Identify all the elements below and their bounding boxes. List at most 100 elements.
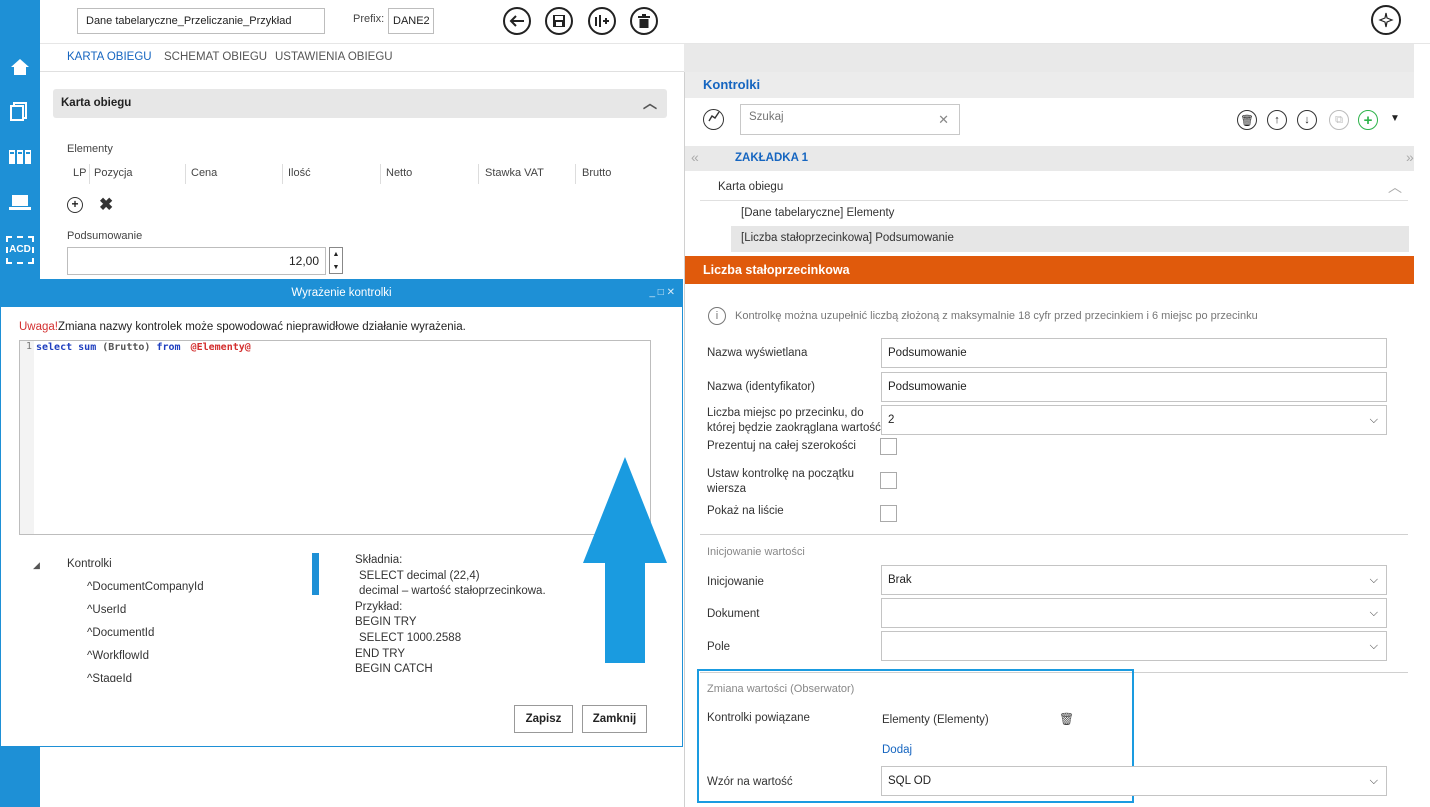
home-icon[interactable] xyxy=(6,56,34,84)
column-divider xyxy=(282,164,283,184)
tab-karta-obiegu[interactable]: KARTA OBIEGU xyxy=(67,51,152,63)
show-on-list-checkbox[interactable] xyxy=(880,505,897,522)
dropdown-caret-icon[interactable]: ▼ xyxy=(1390,113,1400,124)
elements-label: Elementy xyxy=(67,143,113,155)
display-name-label: Nazwa wyświetlana xyxy=(707,347,808,359)
controls-tree-item-selected[interactable]: [Liczba stałoprzecinkowa] Podsumowanie xyxy=(741,232,954,244)
linked-control-item: Elementy (Elementy) xyxy=(882,714,989,726)
full-width-checkbox[interactable] xyxy=(880,438,897,455)
field-label: Pole xyxy=(707,641,731,653)
tab-zakladka-1[interactable]: ZAKŁADKA 1 xyxy=(735,152,808,164)
acd-icon[interactable]: ACD xyxy=(6,236,34,264)
add-control-icon[interactable]: + xyxy=(1358,110,1378,130)
delete-icon[interactable] xyxy=(630,7,658,35)
formula-select[interactable]: SQL OD ⌵ xyxy=(881,766,1387,796)
column-header: Cena xyxy=(191,167,218,179)
close-button[interactable]: Zamknij xyxy=(582,705,647,733)
properties-header: Liczba stałoprzecinkowa xyxy=(685,256,1414,284)
scroll-right-icon[interactable]: » xyxy=(1406,149,1414,165)
column-header: Brutto xyxy=(582,167,612,179)
add-link[interactable]: Dodaj xyxy=(882,744,912,756)
row-start-checkbox[interactable] xyxy=(880,472,897,489)
observer-section-title: Zmiana wartości (Obserwator) xyxy=(707,683,855,695)
summary-stepper[interactable]: ▲ ▼ xyxy=(329,247,343,274)
linked-controls-label: Kontrolki powiązane xyxy=(707,712,810,724)
display-name-input[interactable]: Podsumowanie xyxy=(881,338,1387,368)
add-row-icon[interactable]: + xyxy=(67,197,83,213)
right-top-strip xyxy=(684,44,1414,72)
excel-import-icon[interactable]: ✖ xyxy=(99,195,113,215)
column-header: Pozycja xyxy=(94,167,133,179)
summary-input[interactable]: 12,00 xyxy=(67,247,326,275)
init-section-title: Inicjowanie wartości xyxy=(707,546,805,558)
line-numbers: 1 xyxy=(20,341,34,534)
controls-tree-item[interactable]: [Dane tabelaryczne] Elementy xyxy=(741,207,894,219)
column-divider xyxy=(575,164,576,184)
column-header: Ilość xyxy=(288,167,311,179)
collapse-icon[interactable]: ︿ xyxy=(1388,177,1402,197)
clear-search-icon[interactable]: ✕ xyxy=(938,112,949,128)
info-text: Kontrolkę można uzupełnić liczbą złożoną… xyxy=(735,310,1258,322)
save-icon[interactable] xyxy=(545,7,573,35)
divider xyxy=(700,200,1408,201)
tree-item[interactable]: ^UserId xyxy=(87,604,126,616)
column-divider xyxy=(380,164,381,184)
window-controls-icon[interactable]: _ □ ✕ xyxy=(649,279,675,307)
decimals-label: Liczba miejsc po przecinku, do xyxy=(707,407,864,419)
tree-item[interactable]: ^DocumentId xyxy=(87,627,154,639)
splitter-handle[interactable] xyxy=(312,553,319,595)
full-width-label: Prezentuj na całej szerokości xyxy=(707,440,856,452)
versions-icon[interactable] xyxy=(588,7,616,35)
magic-icon[interactable] xyxy=(1371,5,1401,35)
back-icon[interactable] xyxy=(503,7,531,35)
laptop-icon[interactable] xyxy=(6,192,34,220)
identifier-input[interactable]: Podsumowanie xyxy=(881,372,1387,402)
card-header[interactable]: Karta obiegu ︿ xyxy=(53,89,667,118)
search-box[interactable]: ✕ xyxy=(740,104,960,135)
column-header: Stawka VAT xyxy=(485,167,544,179)
scroll-left-icon[interactable]: « xyxy=(691,149,699,165)
copy-icon[interactable]: ⧉ xyxy=(1329,110,1349,130)
collapse-icon[interactable]: ︿ xyxy=(643,89,657,118)
delete-icon[interactable]: 🗑 xyxy=(1237,110,1257,130)
tree-expand-icon[interactable]: ◢ xyxy=(33,560,40,571)
chevron-down-icon: ⌵ xyxy=(1369,607,1378,619)
chevron-down-icon: ⌵ xyxy=(1369,775,1378,787)
documents-icon[interactable] xyxy=(6,100,34,128)
kanban-icon[interactable] xyxy=(6,146,34,174)
move-down-icon[interactable]: ↓ xyxy=(1297,110,1317,130)
row-start-label-line2: wiersza xyxy=(707,483,746,495)
column-divider xyxy=(89,164,90,184)
column-header: Netto xyxy=(386,167,413,179)
field-select[interactable]: ⌵ xyxy=(881,631,1387,661)
document-label: Dokument xyxy=(707,608,760,620)
column-divider xyxy=(478,164,479,184)
controls-tree-root[interactable]: Karta obiegu xyxy=(718,181,783,193)
document-select[interactable]: ⌵ xyxy=(881,598,1387,628)
prefix-label: Prefix: xyxy=(353,13,385,25)
workflow-name-input[interactable]: Dane tabelaryczne_Przeliczanie_Przykład xyxy=(77,8,325,34)
trash-icon[interactable]: 🗑 xyxy=(1059,712,1074,726)
warning-message: Uwaga!Zmiana nazwy kontrolek może spowod… xyxy=(19,321,466,333)
decimals-label-line2: której będzie zaokrąglana wartość xyxy=(707,422,881,434)
info-icon: i xyxy=(708,307,726,325)
decimals-select[interactable]: 2 ⌵ xyxy=(881,405,1387,435)
init-select[interactable]: Brak ⌵ xyxy=(881,565,1387,595)
tab-schemat-obiegu[interactable]: SCHEMAT OBIEGU xyxy=(164,51,267,63)
chart-icon[interactable] xyxy=(703,109,724,130)
formula-label: Wzór na wartość xyxy=(707,776,793,788)
dialog-title: Wyrażenie kontrolki _ □ ✕ xyxy=(0,279,683,307)
code-line[interactable]: select sum (Brutto) from @Elementy@ xyxy=(36,342,251,353)
tab-ustawienia-obiegu[interactable]: USTAWIENIA OBIEGU xyxy=(275,51,393,63)
tree-item-clipped[interactable]: ^StageId xyxy=(87,673,207,682)
tree-item[interactable]: ^DocumentCompanyId xyxy=(87,581,204,593)
prefix-input[interactable]: DANE2 xyxy=(388,8,434,34)
column-header: LP xyxy=(73,167,87,179)
tree-root[interactable]: Kontrolki xyxy=(67,558,112,570)
save-button[interactable]: Zapisz xyxy=(514,705,573,733)
move-up-icon[interactable]: ↑ xyxy=(1267,110,1287,130)
row-start-label: Ustaw kontrolkę na początku xyxy=(707,468,855,480)
tree-item[interactable]: ^WorkflowId xyxy=(87,650,149,662)
code-editor[interactable]: 1 select sum (Brutto) from @Elementy@ xyxy=(19,340,651,535)
search-input[interactable] xyxy=(747,110,927,124)
